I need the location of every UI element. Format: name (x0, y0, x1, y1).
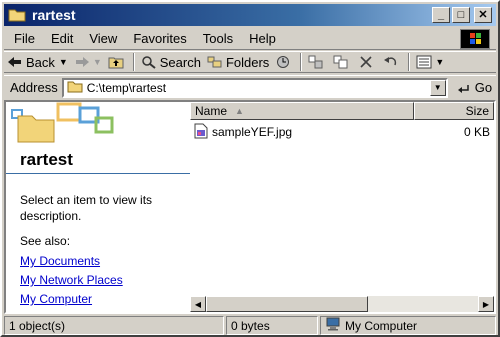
chevron-down-icon: ▼ (433, 83, 442, 92)
column-header: Name ▲ Size (190, 102, 494, 120)
forward-dropdown-icon[interactable]: ▼ (93, 57, 102, 67)
scrollbar-thumb[interactable] (206, 296, 368, 312)
link-my-network-places[interactable]: My Network Places (20, 273, 123, 287)
status-bytes: 0 bytes (226, 316, 318, 335)
up-folder-button[interactable] (105, 55, 130, 69)
toolbar-separator (132, 53, 135, 71)
explorer-window: rartest _ □ ✕ File Edit View Favorites T… (0, 0, 500, 337)
content-area: rartest Select an item to view its descr… (4, 100, 496, 314)
delete-button[interactable] (355, 55, 380, 69)
forward-button[interactable]: ▼ (71, 55, 105, 69)
sort-ascending-icon: ▲ (235, 106, 244, 116)
menu-tools[interactable]: Tools (195, 31, 241, 46)
search-icon (141, 55, 157, 69)
undo-icon (383, 55, 399, 69)
forward-arrow-icon (74, 55, 90, 69)
back-button[interactable]: Back ▼ (4, 55, 71, 70)
go-arrow-icon (456, 81, 472, 95)
column-header-name[interactable]: Name ▲ (190, 102, 414, 120)
history-icon (275, 55, 291, 69)
copy-to-button[interactable] (330, 55, 355, 69)
status-bar: 1 object(s) 0 bytes My Computer (4, 316, 496, 335)
minimize-button[interactable]: _ (432, 7, 450, 23)
scroll-right-button[interactable]: ▶ (478, 296, 494, 312)
link-my-documents[interactable]: My Documents (20, 254, 100, 268)
maximize-icon: □ (457, 8, 465, 21)
standard-toolbar: Back ▼ ▼ Search Folders ▼ (4, 51, 496, 73)
address-input[interactable]: C:\temp\rartest ▼ (61, 77, 448, 98)
web-view-pane: rartest Select an item to view its descr… (6, 102, 190, 312)
address-dropdown-button[interactable]: ▼ (429, 79, 446, 96)
menu-favorites[interactable]: Favorites (125, 31, 194, 46)
file-list-pane: Name ▲ Size sampleYEF.jpg 0 KB ◀ ▶ (190, 102, 494, 312)
back-label: Back (26, 54, 55, 70)
scroll-left-button[interactable]: ◀ (190, 296, 206, 312)
move-to-button[interactable] (305, 55, 330, 69)
folders-icon (207, 55, 223, 69)
menu-help[interactable]: Help (241, 31, 284, 46)
menu-edit[interactable]: Edit (43, 31, 81, 46)
back-arrow-icon (7, 55, 23, 69)
address-value: C:\temp\rartest (86, 80, 167, 95)
folder-icon (8, 8, 26, 22)
up-folder-icon (108, 55, 124, 69)
views-button[interactable]: ▼ (413, 55, 447, 69)
menu-bar: File Edit View Favorites Tools Help (4, 28, 496, 50)
file-row[interactable]: sampleYEF.jpg 0 KB (194, 123, 490, 142)
back-dropdown-icon[interactable]: ▼ (59, 57, 68, 67)
search-button[interactable]: Search (138, 55, 204, 70)
link-my-computer[interactable]: My Computer (20, 292, 92, 306)
arrow-right-icon: ▶ (482, 299, 490, 309)
history-button[interactable] (272, 55, 297, 69)
search-label: Search (159, 54, 201, 70)
item-description: Select an item to view its description. (20, 193, 153, 223)
go-label: Go (474, 80, 493, 95)
jpeg-file-icon (194, 123, 208, 142)
move-to-icon (308, 55, 324, 69)
address-bar: Address C:\temp\rartest ▼ Go (4, 75, 496, 99)
views-icon (416, 55, 432, 69)
column-size-label: Size (465, 104, 489, 118)
delete-icon (358, 55, 374, 69)
maximize-button[interactable]: □ (452, 7, 470, 23)
windows-logo-icon (460, 29, 490, 49)
my-computer-icon (325, 317, 341, 334)
menu-file[interactable]: File (4, 31, 43, 46)
status-location: My Computer (320, 316, 496, 335)
folders-label: Folders (225, 54, 270, 70)
window-title: rartest (32, 7, 76, 23)
status-object-count: 1 object(s) (4, 316, 224, 335)
column-name-label: Name (195, 104, 228, 118)
address-label: Address (10, 80, 58, 95)
arrow-left-icon: ◀ (194, 299, 202, 309)
views-dropdown-icon[interactable]: ▼ (435, 57, 444, 67)
folders-button[interactable]: Folders (204, 55, 272, 70)
title-bar[interactable]: rartest _ □ ✕ (4, 4, 496, 26)
file-name: sampleYEF.jpg (212, 125, 293, 139)
horizontal-scrollbar[interactable]: ◀ ▶ (190, 296, 494, 312)
close-icon: ✕ (478, 8, 488, 21)
menu-view[interactable]: View (81, 31, 125, 46)
close-button[interactable]: ✕ (474, 7, 492, 23)
column-header-size[interactable]: Size (414, 102, 494, 120)
undo-button[interactable] (380, 55, 405, 69)
minimize-icon: _ (437, 8, 445, 21)
see-also-label: See also: (20, 234, 71, 248)
toolbar-separator (408, 53, 411, 71)
folder-title: rartest (20, 150, 73, 169)
file-size: 0 KB (463, 125, 490, 139)
folder-banner: rartest (6, 102, 190, 174)
copy-to-icon (333, 55, 349, 69)
go-button[interactable]: Go (456, 80, 492, 95)
address-folder-icon (67, 80, 83, 96)
status-location-label: My Computer (345, 318, 418, 333)
toolbar-separator (300, 53, 303, 71)
